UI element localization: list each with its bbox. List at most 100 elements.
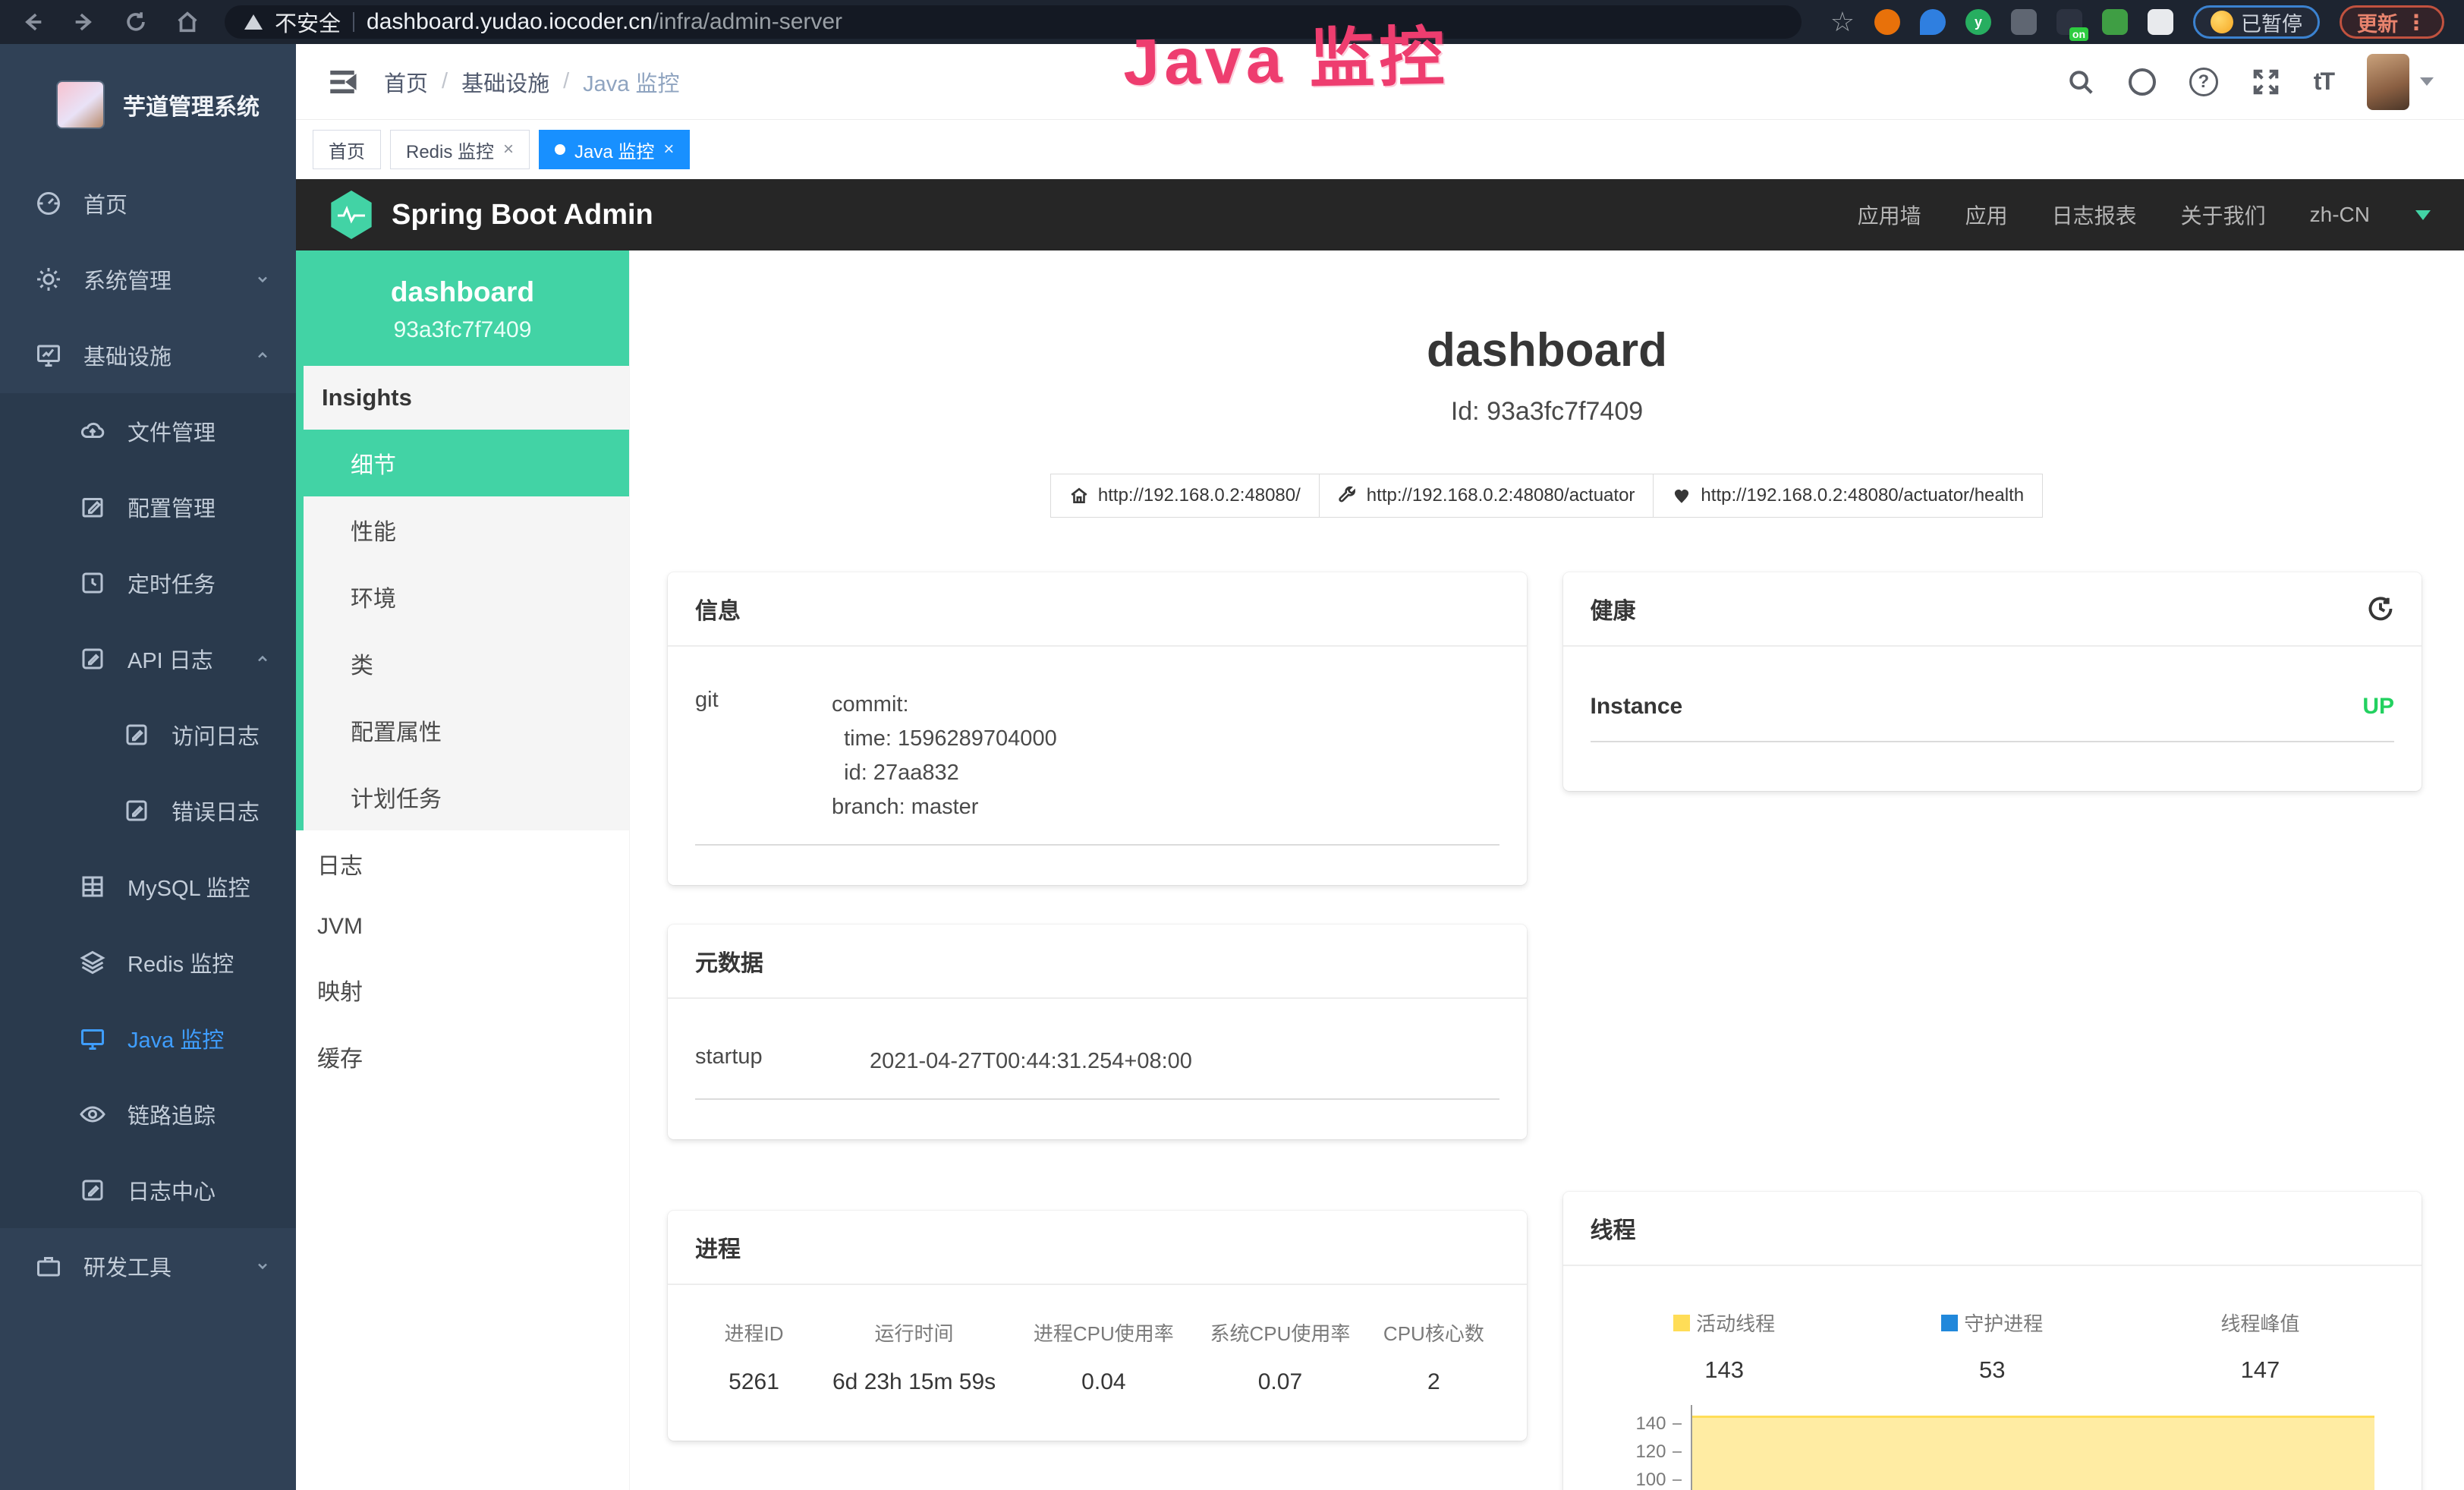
sidebar-item-config[interactable]: 配置管理 <box>0 469 296 545</box>
info-git-row: git commit: time: 1596289704000 id: 27aa… <box>695 688 1499 846</box>
extension-onetab-icon[interactable]: on <box>2056 9 2082 35</box>
sba-item-caches[interactable]: 缓存 <box>296 1023 629 1090</box>
history-icon[interactable] <box>2367 595 2394 622</box>
actuator-url-button[interactable]: http://192.168.0.2:48080/actuator <box>1319 474 1654 518</box>
sba-item-config-props[interactable]: 配置属性 <box>304 697 629 764</box>
app-logo <box>56 80 105 129</box>
github-icon[interactable] <box>2129 68 2156 96</box>
paused-pill[interactable]: 已暂停 <box>2193 5 2320 39</box>
bookmark-star-icon[interactable]: ☆ <box>1830 6 1855 38</box>
sidebar-item-mysql[interactable]: MySQL 监控 <box>0 849 296 925</box>
sba-logo-icon[interactable] <box>329 191 373 239</box>
instance-block[interactable]: dashboard 93a3fc7f7409 <box>296 250 629 366</box>
main-sidebar: 芋道管理系统 首页 系统管理 基础设施 文件管理 <box>0 44 296 1490</box>
service-url-button[interactable]: http://192.168.0.2:48080/ <box>1050 474 1320 518</box>
sba-nav-about[interactable]: 关于我们 <box>2181 200 2266 230</box>
log-edit-icon <box>79 1177 106 1204</box>
live-threads-swatch <box>1673 1315 1690 1331</box>
sba-locale-select[interactable]: zh-CN <box>2310 203 2370 227</box>
sidebar-item-home[interactable]: 首页 <box>0 165 296 241</box>
url-bar[interactable]: 不安全 dashboard.yudao.iocoder.cn/infra/adm… <box>225 5 1802 39</box>
screen: 不安全 dashboard.yudao.iocoder.cn/infra/adm… <box>0 0 2464 1490</box>
update-button[interactable]: 更新 ⋮ <box>2340 5 2444 39</box>
extension-y-icon[interactable]: y <box>1965 9 1991 35</box>
tab-java-monitor[interactable]: Java 监控 × <box>539 130 690 169</box>
heartbeat-icon <box>1672 486 1691 506</box>
breadcrumb-infra[interactable]: 基础设施 <box>461 66 549 98</box>
browser-toolbar: ☆ y on 已暂停 更新 ⋮ <box>1830 5 2444 39</box>
tab-home[interactable]: 首页 <box>313 130 381 169</box>
breadcrumb: 首页 / 基础设施 / Java 监控 <box>384 66 679 98</box>
sidebar-item-error-log[interactable]: 错误日志 <box>0 773 296 849</box>
sba-nav-links: 应用墙 应用 日志报表 关于我们 zh-CN <box>1858 200 2431 230</box>
sba-item-metrics[interactable]: 性能 <box>304 496 629 563</box>
font-size-icon[interactable]: tT <box>2314 68 2333 96</box>
close-icon[interactable]: × <box>503 139 514 160</box>
sidebar-item-java-monitor[interactable]: Java 监控 <box>0 1000 296 1076</box>
sba-item-environment[interactable]: 环境 <box>304 563 629 630</box>
fullscreen-icon[interactable] <box>2252 68 2280 96</box>
sba-item-logs[interactable]: 日志 <box>296 830 629 897</box>
insights-group: Insights 细节 性能 环境 类 配置属性 计划任务 <box>296 366 629 830</box>
extension-grid-icon[interactable] <box>2011 9 2037 35</box>
layers-icon <box>79 949 106 976</box>
table-grid-icon <box>79 873 106 900</box>
sba-nav-journal[interactable]: 日志报表 <box>2052 200 2137 230</box>
help-icon[interactable]: ? <box>2189 68 2218 96</box>
instance-id-line: Id: 93a3fc7f7409 <box>630 397 2464 427</box>
sba-brand[interactable]: Spring Boot Admin <box>392 199 653 232</box>
health-url-button[interactable]: http://192.168.0.2:48080/actuator/health <box>1653 474 2043 518</box>
process-col-syscpu: 系统CPU使用率 <box>1192 1318 1369 1347</box>
process-col-pid: 进程ID <box>695 1318 813 1347</box>
sba-item-details[interactable]: 细节 <box>296 430 629 496</box>
threads-legend: 活动线程 143 守护进程 53 线程峰值 <box>1591 1309 2395 1384</box>
sba-item-mappings[interactable]: 映射 <box>296 956 629 1023</box>
active-dot <box>555 144 565 155</box>
health-instance-row: Instance UP <box>1591 694 2395 742</box>
extension-leaf-icon[interactable] <box>2102 9 2128 35</box>
extension-pin-icon[interactable] <box>1920 9 1946 35</box>
process-table: 进程ID5261 运行时间6d 23h 15m 59s 进程CPU使用率0.04… <box>695 1318 1499 1395</box>
sidebar-item-tracing[interactable]: 链路追踪 <box>0 1076 296 1152</box>
sba-item-scheduled-tasks[interactable]: 计划任务 <box>304 764 629 830</box>
extension-icon-1[interactable] <box>1874 9 1900 35</box>
close-icon[interactable]: × <box>663 139 674 160</box>
security-label: 不安全 <box>275 6 341 38</box>
search-icon[interactable] <box>2066 68 2095 96</box>
log-edit-icon <box>123 721 150 748</box>
sidebar-item-system[interactable]: 系统管理 <box>0 241 296 317</box>
legend-peak-value: 147 <box>2126 1356 2394 1384</box>
sidebar-item-access-log[interactable]: 访问日志 <box>0 697 296 773</box>
sidebar-item-devtools[interactable]: 研发工具 <box>0 1228 296 1304</box>
legend-daemon-value: 53 <box>1858 1356 2126 1384</box>
sidebar-item-infra[interactable]: 基础设施 <box>0 317 296 393</box>
health-card: 健康 Instance UP <box>1563 572 2422 791</box>
home-icon[interactable] <box>175 9 200 35</box>
process-col-cores: CPU核心数 <box>1368 1318 1499 1347</box>
sba-main: dashboard Id: 93a3fc7f7409 http://192.16… <box>630 250 2464 1490</box>
sba-nav-applications[interactable]: 应用 <box>1965 200 2008 230</box>
emoji-face-icon <box>2211 11 2233 33</box>
sidebar-item-files[interactable]: 文件管理 <box>0 393 296 469</box>
reload-icon[interactable] <box>123 9 149 35</box>
avatar-caret-icon[interactable] <box>2420 77 2434 86</box>
sidebar-item-api-log[interactable]: API 日志 <box>0 621 296 697</box>
tab-redis-monitor[interactable]: Redis 监控 × <box>390 130 530 169</box>
back-icon[interactable] <box>20 9 46 35</box>
sba-item-classes[interactable]: 类 <box>304 630 629 697</box>
app-logo-row: 芋道管理系统 <box>0 44 296 165</box>
process-card: 进程 进程ID5261 运行时间6d 23h 15m 59s 进程CPU使用率0… <box>668 1211 1527 1441</box>
sba-nav-wallboard[interactable]: 应用墙 <box>1858 200 1921 230</box>
live-threads-area <box>1692 1416 2375 1490</box>
sidebar-item-jobs[interactable]: 定时任务 <box>0 545 296 621</box>
user-avatar[interactable] <box>2367 54 2409 110</box>
sidebar-item-log-center[interactable]: 日志中心 <box>0 1152 296 1228</box>
forward-icon[interactable] <box>71 9 97 35</box>
hamburger-icon[interactable] <box>326 66 358 98</box>
browser-menu-icon[interactable]: ⋮ <box>2406 10 2427 35</box>
breadcrumb-home[interactable]: 首页 <box>384 66 428 98</box>
sba-item-jvm[interactable]: JVM <box>296 897 629 956</box>
sidebar-item-redis[interactable]: Redis 监控 <box>0 925 296 1000</box>
extensions-puzzle-icon[interactable] <box>2148 9 2173 35</box>
threads-card-title: 线程 <box>1591 1211 2395 1245</box>
